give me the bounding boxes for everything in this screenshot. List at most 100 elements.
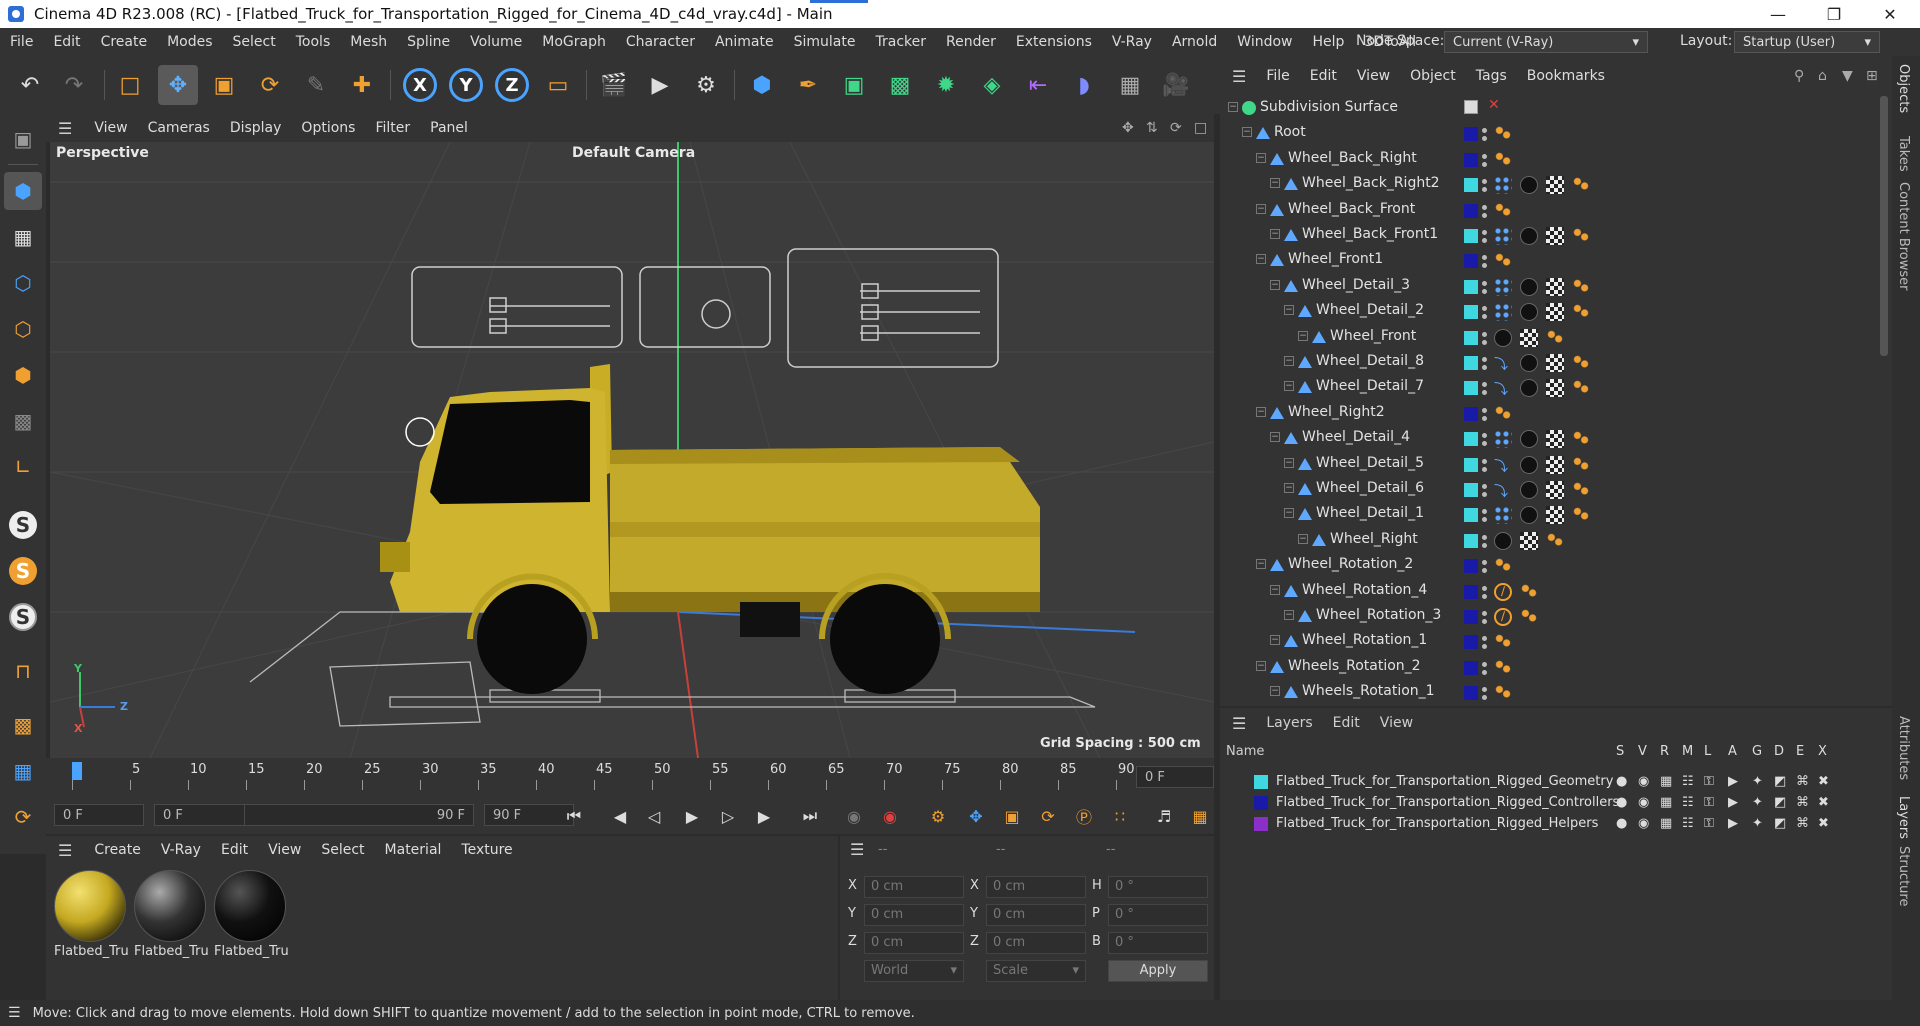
edge-mode-icon[interactable]: ⬡ — [4, 310, 42, 348]
layer-menu-layers[interactable]: Layers — [1256, 715, 1322, 731]
search-icon[interactable]: ⚲ — [1794, 68, 1804, 84]
visible-icon[interactable]: ◉ — [1638, 774, 1649, 789]
object-row[interactable]: − Wheel_Rotation_2 — [1220, 553, 1870, 578]
expression-icon[interactable]: ⌘ — [1796, 816, 1809, 831]
deformer-icon[interactable]: ◩ — [1774, 816, 1786, 831]
deformer-icon[interactable]: ◩ — [1774, 795, 1786, 810]
uv-mode-icon[interactable]: ▩ — [4, 402, 42, 440]
texture-tag-icon[interactable] — [1546, 455, 1564, 474]
model-mode-icon[interactable]: ⬢ — [4, 172, 42, 210]
object-name[interactable]: Wheel_Rotation_2 — [1288, 556, 1413, 572]
object-row[interactable]: − Wheel_Detail_6 ⤵ — [1220, 477, 1870, 502]
visible-icon[interactable]: ◉ — [1638, 816, 1649, 831]
material-tag-icon[interactable] — [1520, 506, 1538, 525]
object-name[interactable]: Wheels_Rotation_1 — [1302, 683, 1435, 699]
layer-menu-edit[interactable]: Edit — [1323, 715, 1370, 731]
object-name[interactable]: Wheel_Rotation_1 — [1302, 632, 1427, 648]
visible-icon[interactable]: ◉ — [1638, 795, 1649, 810]
collapse-toggle-icon[interactable]: − — [1298, 330, 1308, 341]
texture-mode-icon[interactable]: ▦ — [4, 218, 42, 256]
generator-icon[interactable]: ✦ — [1752, 816, 1763, 831]
object-menu-edit[interactable]: Edit — [1300, 68, 1347, 84]
collapse-toggle-icon[interactable]: − — [1256, 203, 1266, 214]
ik-tag-icon[interactable] — [1520, 608, 1538, 626]
vertex-map-tag-icon[interactable] — [1494, 506, 1512, 525]
ik-tag-icon[interactable] — [1494, 201, 1512, 220]
hamburger-icon[interactable]: ☰ — [0, 1005, 33, 1021]
ik-tag-icon[interactable] — [1546, 328, 1564, 347]
ik-tag-icon[interactable] — [1494, 125, 1512, 144]
material-tag-icon[interactable] — [1520, 227, 1538, 245]
object-row[interactable]: − Wheel_Rotation_3 ∕ — [1220, 604, 1870, 629]
tab-takes[interactable]: Takes — [1896, 136, 1911, 172]
menu-character[interactable]: Character — [616, 34, 705, 50]
y-axis-lock-icon[interactable]: Y — [446, 65, 486, 105]
layer-color-swatch[interactable] — [1464, 356, 1478, 370]
scale-mode-dropdown[interactable]: Scale ▾ — [986, 960, 1086, 982]
material-tag-icon[interactable] — [1520, 277, 1538, 296]
tab-attributes[interactable]: Attributes — [1896, 716, 1911, 780]
tab-objects[interactable]: Objects — [1896, 64, 1911, 113]
menu-modes[interactable]: Modes — [157, 34, 222, 50]
axis-mode-icon[interactable]: ∟ — [4, 448, 42, 486]
layer-name[interactable]: Flatbed_Truck_for_Transportation_Rigged_… — [1276, 795, 1619, 810]
visibility-dots-icon[interactable] — [1482, 253, 1487, 269]
layer-color-swatch[interactable] — [1254, 796, 1268, 810]
object-row[interactable]: − Wheel_Back_Right — [1220, 147, 1870, 172]
object-name[interactable]: Wheel_Back_Right — [1288, 150, 1417, 166]
deformer-tag-icon[interactable]: ⤵ — [1494, 456, 1512, 475]
dolly-view-icon[interactable]: ⇅ — [1146, 120, 1158, 136]
editor-visibility-icon[interactable] — [1464, 100, 1478, 114]
material-swatch[interactable]: Flatbed_Tru — [54, 870, 128, 962]
menu-select[interactable]: Select — [223, 34, 286, 50]
mograph-cloner-icon[interactable]: ✹ — [926, 65, 966, 105]
go-to-start-icon[interactable]: ⏮ — [560, 803, 588, 829]
ik-tag-icon[interactable] — [1494, 633, 1512, 652]
collapse-toggle-icon[interactable]: − — [1284, 457, 1294, 468]
live-selection-icon[interactable]: □ — [110, 65, 150, 105]
layer-color-swatch[interactable] — [1464, 584, 1478, 599]
collapse-toggle-icon[interactable]: − — [1270, 178, 1280, 189]
range-start-field[interactable]: 0 F — [154, 804, 244, 826]
object-menu-view[interactable]: View — [1347, 68, 1400, 84]
start-frame-field[interactable]: 0 F — [54, 804, 144, 826]
material-menu-create[interactable]: Create — [84, 842, 151, 858]
object-row[interactable]: − Wheel_Detail_7 ⤵ — [1220, 375, 1870, 400]
object-row[interactable]: − Root — [1220, 121, 1870, 146]
menu-render[interactable]: Render — [936, 34, 1006, 50]
object-row[interactable]: − Wheel_Right — [1220, 528, 1870, 553]
protection-tag-icon[interactable]: ∕ — [1494, 582, 1512, 601]
layer-color-swatch[interactable] — [1464, 533, 1478, 548]
expression-icon[interactable]: ⌘ — [1796, 774, 1809, 789]
object-row[interactable]: − Wheel_Detail_3 — [1220, 274, 1870, 299]
visibility-dots-icon[interactable] — [1482, 203, 1487, 219]
point-mode-icon[interactable]: ⬡ — [4, 264, 42, 302]
range-end-field[interactable]: 90 F — [244, 804, 474, 826]
layer-color-swatch[interactable] — [1464, 203, 1478, 218]
viewport-menu-display[interactable]: Display — [220, 120, 292, 136]
timeline-ruler[interactable]: 051015202530354045505560657075808590 0 F — [46, 758, 1214, 796]
3d-viewport[interactable]: Perspective Default Camera Grid Spacing … — [50, 142, 1214, 758]
object-name[interactable]: Wheel_Detail_4 — [1302, 429, 1410, 445]
material-tag-icon[interactable] — [1520, 303, 1538, 322]
disable-icon[interactable]: ✕ — [1488, 97, 1500, 113]
material-menu-texture[interactable]: Texture — [451, 842, 522, 858]
rig-control-panels[interactable] — [411, 248, 999, 368]
texture-tag-icon[interactable] — [1546, 277, 1564, 296]
layer-name[interactable]: Flatbed_Truck_for_Transportation_Rigged_… — [1276, 774, 1613, 789]
camera-name[interactable]: Default Camera — [572, 145, 695, 161]
autokey-icon[interactable]: ◉ — [876, 803, 904, 829]
render-icon[interactable]: ▦ — [1660, 774, 1672, 789]
ik-tag-icon[interactable] — [1572, 354, 1590, 372]
field-icon[interactable]: ◗ — [1064, 65, 1104, 105]
x-axis-lock-icon[interactable]: X — [400, 65, 440, 105]
object-name[interactable]: Wheel_Right — [1330, 531, 1418, 547]
visibility-dots-icon[interactable] — [1482, 406, 1487, 422]
ik-tag-icon[interactable] — [1572, 455, 1590, 474]
layer-row[interactable]: Flatbed_Truck_for_Transportation_Rigged_… — [1220, 793, 1892, 814]
layer-color-swatch[interactable] — [1464, 610, 1478, 624]
ik-tag-icon[interactable] — [1572, 506, 1590, 525]
object-row[interactable]: − Wheel_Front — [1220, 325, 1870, 350]
previous-frame-icon[interactable]: ◁ — [640, 803, 668, 829]
material-menu-view[interactable]: View — [258, 842, 311, 858]
